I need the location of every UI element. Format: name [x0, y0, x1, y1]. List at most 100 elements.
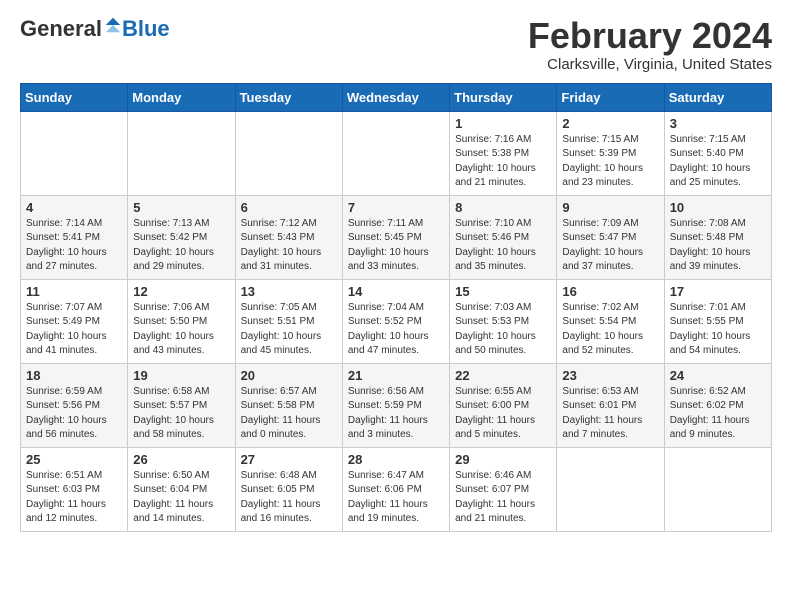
day-number: 7 — [348, 200, 444, 215]
day-info: Sunrise: 7:07 AMSunset: 5:49 PMDaylight:… — [26, 301, 122, 359]
calendar: SundayMondayTuesdayWednesdayThursdayFrid… — [20, 83, 772, 532]
calendar-week-4: 18 Sunrise: 6:59 AMSunset: 5:56 PMDayligh… — [21, 363, 772, 447]
day-number: 15 — [455, 284, 551, 299]
day-info: Sunrise: 6:52 AMSunset: 6:02 PMDaylight:… — [670, 385, 766, 443]
day-number: 17 — [670, 284, 766, 299]
day-number: 5 — [133, 200, 229, 215]
logo-icon — [104, 16, 122, 34]
calendar-week-1: 1Sunrise: 7:16 AMSunset: 5:38 PMDaylight… — [21, 111, 772, 195]
calendar-cell — [557, 447, 664, 531]
calendar-cell: 20Sunrise: 6:57 AMSunset: 5:58 PMDayligh… — [235, 363, 342, 447]
calendar-cell: 16 Sunrise: 7:02 AMSunset: 5:54 PMDayligh… — [557, 279, 664, 363]
day-number: 22 — [455, 368, 551, 383]
calendar-cell: 23 Sunrise: 6:53 AMSunset: 6:01 PMDayligh… — [557, 363, 664, 447]
weekday-header-tuesday: Tuesday — [235, 83, 342, 111]
calendar-cell: 28Sunrise: 6:47 AMSunset: 6:06 PMDayligh… — [342, 447, 449, 531]
location: Clarksville, Virginia, United States — [528, 56, 772, 73]
day-number: 24 — [670, 368, 766, 383]
day-number: 10 — [670, 200, 766, 215]
day-info: Sunrise: 6:48 AMSunset: 6:05 PMDaylight:… — [241, 469, 337, 527]
day-info: Sunrise: 6:53 AMSunset: 6:01 PMDaylight:… — [562, 385, 658, 443]
calendar-cell: 1Sunrise: 7:16 AMSunset: 5:38 PMDaylight… — [450, 111, 557, 195]
day-info: Sunrise: 6:47 AMSunset: 6:06 PMDaylight:… — [348, 469, 444, 527]
day-number: 2 — [562, 116, 658, 131]
calendar-cell: 7 Sunrise: 7:11 AMSunset: 5:45 PMDaylight… — [342, 195, 449, 279]
logo: General Blue — [20, 16, 170, 42]
calendar-cell: 8 Sunrise: 7:10 AMSunset: 5:46 PMDaylight… — [450, 195, 557, 279]
logo-blue: Blue — [122, 16, 170, 42]
calendar-cell — [342, 111, 449, 195]
day-number: 19 — [133, 368, 229, 383]
weekday-header-wednesday: Wednesday — [342, 83, 449, 111]
calendar-cell: 11Sunrise: 7:07 AMSunset: 5:49 PMDayligh… — [21, 279, 128, 363]
day-info: Sunrise: 7:08 AMSunset: 5:48 PMDaylight:… — [670, 217, 766, 275]
calendar-cell: 22 Sunrise: 6:55 AMSunset: 6:00 PMDayligh… — [450, 363, 557, 447]
day-info: Sunrise: 7:14 AMSunset: 5:41 PMDaylight:… — [26, 217, 122, 275]
day-info: Sunrise: 7:13 AMSunset: 5:42 PMDaylight:… — [133, 217, 229, 275]
day-number: 16 — [562, 284, 658, 299]
calendar-cell: 26 Sunrise: 6:50 AMSunset: 6:04 PMDayligh… — [128, 447, 235, 531]
day-info: Sunrise: 6:50 AMSunset: 6:04 PMDaylight:… — [133, 469, 229, 527]
day-info: Sunrise: 7:01 AMSunset: 5:55 PMDaylight:… — [670, 301, 766, 359]
day-info: Sunrise: 6:58 AMSunset: 5:57 PMDaylight:… — [133, 385, 229, 443]
calendar-week-3: 11Sunrise: 7:07 AMSunset: 5:49 PMDayligh… — [21, 279, 772, 363]
day-info: Sunrise: 7:15 AMSunset: 5:40 PMDaylight:… — [670, 133, 766, 191]
month-title: February 2024 — [528, 16, 772, 56]
title-block: February 2024 Clarksville, Virginia, Uni… — [528, 16, 772, 73]
calendar-cell: 12Sunrise: 7:06 AMSunset: 5:50 PMDayligh… — [128, 279, 235, 363]
day-info: Sunrise: 6:56 AMSunset: 5:59 PMDaylight:… — [348, 385, 444, 443]
weekday-header-friday: Friday — [557, 83, 664, 111]
calendar-week-2: 4 Sunrise: 7:14 AMSunset: 5:41 PMDaylight… — [21, 195, 772, 279]
day-info: Sunrise: 7:10 AMSunset: 5:46 PMDaylight:… — [455, 217, 551, 275]
calendar-cell: 14 Sunrise: 7:04 AMSunset: 5:52 PMDayligh… — [342, 279, 449, 363]
calendar-cell: 10 Sunrise: 7:08 AMSunset: 5:48 PMDayligh… — [664, 195, 771, 279]
day-info: Sunrise: 6:51 AMSunset: 6:03 PMDaylight:… — [26, 469, 122, 527]
weekday-header-saturday: Saturday — [664, 83, 771, 111]
day-info: Sunrise: 7:04 AMSunset: 5:52 PMDaylight:… — [348, 301, 444, 359]
calendar-cell: 24 Sunrise: 6:52 AMSunset: 6:02 PMDayligh… — [664, 363, 771, 447]
page-header: General Blue February 2024 Clarksville, … — [20, 16, 772, 73]
calendar-cell: 15Sunrise: 7:03 AMSunset: 5:53 PMDayligh… — [450, 279, 557, 363]
day-number: 9 — [562, 200, 658, 215]
day-info: Sunrise: 7:12 AMSunset: 5:43 PMDaylight:… — [241, 217, 337, 275]
day-number: 23 — [562, 368, 658, 383]
day-info: Sunrise: 6:57 AMSunset: 5:58 PMDaylight:… — [241, 385, 337, 443]
day-info: Sunrise: 6:55 AMSunset: 6:00 PMDaylight:… — [455, 385, 551, 443]
calendar-cell: 18 Sunrise: 6:59 AMSunset: 5:56 PMDayligh… — [21, 363, 128, 447]
calendar-cell: 19 Sunrise: 6:58 AMSunset: 5:57 PMDayligh… — [128, 363, 235, 447]
calendar-cell: 3 Sunrise: 7:15 AMSunset: 5:40 PMDaylight… — [664, 111, 771, 195]
weekday-header-row: SundayMondayTuesdayWednesdayThursdayFrid… — [21, 83, 772, 111]
day-number: 13 — [241, 284, 337, 299]
day-info: Sunrise: 7:05 AMSunset: 5:51 PMDaylight:… — [241, 301, 337, 359]
calendar-cell — [664, 447, 771, 531]
day-info: Sunrise: 7:11 AMSunset: 5:45 PMDaylight:… — [348, 217, 444, 275]
calendar-cell: 5 Sunrise: 7:13 AMSunset: 5:42 PMDaylight… — [128, 195, 235, 279]
calendar-cell: 17 Sunrise: 7:01 AMSunset: 5:55 PMDayligh… — [664, 279, 771, 363]
day-number: 25 — [26, 452, 122, 467]
day-info: Sunrise: 7:16 AMSunset: 5:38 PMDaylight:… — [455, 133, 551, 191]
calendar-cell: 6Sunrise: 7:12 AMSunset: 5:43 PMDaylight… — [235, 195, 342, 279]
day-number: 14 — [348, 284, 444, 299]
calendar-cell — [128, 111, 235, 195]
day-number: 18 — [26, 368, 122, 383]
calendar-cell: 27 Sunrise: 6:48 AMSunset: 6:05 PMDayligh… — [235, 447, 342, 531]
day-number: 29 — [455, 452, 551, 467]
day-info: Sunrise: 7:02 AMSunset: 5:54 PMDaylight:… — [562, 301, 658, 359]
day-number: 26 — [133, 452, 229, 467]
day-info: Sunrise: 7:06 AMSunset: 5:50 PMDaylight:… — [133, 301, 229, 359]
calendar-cell: 4 Sunrise: 7:14 AMSunset: 5:41 PMDaylight… — [21, 195, 128, 279]
calendar-cell: 9 Sunrise: 7:09 AMSunset: 5:47 PMDaylight… — [557, 195, 664, 279]
calendar-cell: 2Sunrise: 7:15 AMSunset: 5:39 PMDaylight… — [557, 111, 664, 195]
day-number: 27 — [241, 452, 337, 467]
day-number: 3 — [670, 116, 766, 131]
calendar-cell — [235, 111, 342, 195]
day-info: Sunrise: 6:59 AMSunset: 5:56 PMDaylight:… — [26, 385, 122, 443]
calendar-cell — [21, 111, 128, 195]
day-info: Sunrise: 7:09 AMSunset: 5:47 PMDaylight:… — [562, 217, 658, 275]
day-info: Sunrise: 6:46 AMSunset: 6:07 PMDaylight:… — [455, 469, 551, 527]
day-number: 8 — [455, 200, 551, 215]
day-number: 4 — [26, 200, 122, 215]
calendar-cell: 29 Sunrise: 6:46 AMSunset: 6:07 PMDayligh… — [450, 447, 557, 531]
weekday-header-sunday: Sunday — [21, 83, 128, 111]
calendar-week-5: 25 Sunrise: 6:51 AMSunset: 6:03 PMDayligh… — [21, 447, 772, 531]
